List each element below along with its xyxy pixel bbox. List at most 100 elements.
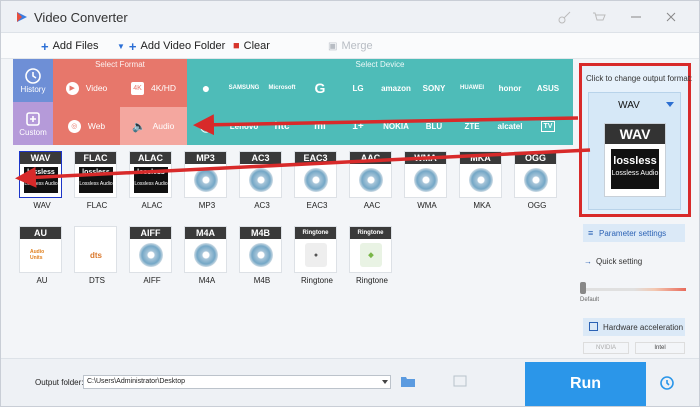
device-honor[interactable]: honor <box>491 69 529 107</box>
apple-icon[interactable]: ● <box>187 69 225 107</box>
format-icon-header: FLAC <box>75 152 116 164</box>
key-icon[interactable] <box>558 10 572 24</box>
device-samsung[interactable]: SAMSUNG <box>225 69 263 107</box>
alarm-clock-icon[interactable] <box>658 373 676 391</box>
disc-icon <box>194 168 218 192</box>
quality-slider[interactable] <box>582 288 686 291</box>
format-tile-m4a[interactable]: M4A M4A <box>180 226 230 290</box>
format-icon: OGG <box>514 151 557 198</box>
add-video-folder-button[interactable]: ▼ + Add Video Folder <box>117 37 225 55</box>
device-htc[interactable]: htc <box>263 107 301 145</box>
device-huawei[interactable]: HUAWEI <box>453 69 491 107</box>
output-folder-input[interactable]: C:\Users\Administrator\Desktop <box>83 375 391 389</box>
custom-icon <box>26 112 40 126</box>
cart-icon[interactable] <box>592 10 606 24</box>
tab-video[interactable]: ▶ Video <box>53 69 120 107</box>
close-icon[interactable] <box>664 10 678 24</box>
device-tv[interactable]: TV <box>529 107 567 145</box>
tab-4k-hd[interactable]: 4K 4K/HD <box>120 69 187 107</box>
disc-icon <box>249 168 273 192</box>
tab-video-label: Video <box>85 83 108 93</box>
tab-audio-label: Audio <box>152 121 175 131</box>
custom-tab[interactable]: Custom <box>13 102 53 145</box>
output-format-name: WAV <box>618 100 640 111</box>
disc-icon <box>139 243 163 267</box>
format-tile-eac3[interactable]: EAC3 EAC3 <box>290 151 340 215</box>
hardware-acceleration-toggle[interactable]: Hardware acceleration <box>583 318 685 336</box>
tab-audio[interactable]: 🔈 Audio <box>120 107 187 145</box>
motorola-icon[interactable]: Ⓜ <box>187 107 225 145</box>
run-button[interactable]: Run <box>525 362 646 406</box>
device-alcatel[interactable]: alcatel <box>491 107 529 145</box>
format-tile-alac[interactable]: ALAC lossless Lossless Audio ALAC <box>125 151 175 215</box>
format-tile-ringtone[interactable]: Ringtone ● Ringtone <box>290 226 340 290</box>
format-tile-ringtone[interactable]: Ringtone ◆ Ringtone <box>345 226 395 290</box>
device-blu[interactable]: BLU <box>415 107 453 145</box>
slider-handle[interactable] <box>580 282 586 294</box>
lossless-subtitle: Lossless Audio <box>134 181 168 187</box>
device-google[interactable]: G <box>301 69 339 107</box>
format-tile-dts[interactable]: dts DTS <box>70 226 120 290</box>
folder-icon[interactable] <box>400 374 416 388</box>
lossless-badge: lossless Lossless Audio <box>79 167 113 193</box>
format-badge-icon: dts <box>90 250 102 260</box>
folder-plus-icon: + <box>128 38 137 54</box>
disc-icon <box>194 243 218 267</box>
custom-label: Custom <box>19 128 47 137</box>
lossless-badge: lossless Lossless Audio <box>611 149 659 189</box>
device-sony[interactable]: SONY <box>415 69 453 107</box>
format-tile-flac[interactable]: FLAC lossless Lossless Audio FLAC <box>70 151 120 215</box>
device-lenovo[interactable]: Lenovo <box>225 107 263 145</box>
chevron-down-icon[interactable] <box>382 380 388 384</box>
format-icon: WMA <box>404 151 447 198</box>
format-tile-aac[interactable]: AAC AAC <box>345 151 395 215</box>
device-lg[interactable]: LG <box>339 69 377 107</box>
format-label: Ringtone <box>300 276 334 285</box>
format-icon-header: EAC3 <box>295 152 336 164</box>
device-zte[interactable]: ZTE <box>453 107 491 145</box>
output-format-card: Click to change output format: WAV WAV l… <box>579 63 692 217</box>
format-label: ALAC <box>141 201 163 210</box>
format-tile-wma[interactable]: WMA WMA <box>400 151 450 215</box>
format-grid: WAV lossless Lossless Audio WAV FLAC lossless… <box>13 151 573 351</box>
intel-badge: Intel <box>635 342 685 354</box>
format-label: AC3 <box>254 201 270 210</box>
format-tile-wav[interactable]: WAV lossless Lossless Audio WAV <box>15 151 65 215</box>
format-tile-ac3[interactable]: AC3 AC3 <box>235 151 285 215</box>
format-label: M4A <box>198 276 216 285</box>
merge-button[interactable]: ▣ Merge <box>328 37 373 55</box>
disc-icon <box>524 168 548 192</box>
format-tile-ogg[interactable]: OGG OGG <box>510 151 560 215</box>
parameter-settings-button[interactable]: ≡ Parameter settings <box>583 224 685 242</box>
device-amazon[interactable]: amazon <box>377 69 415 107</box>
add-video-folder-label: Add Video Folder <box>140 40 226 52</box>
format-tile-au[interactable]: AU Audio Units AU <box>15 226 65 290</box>
device-xiaomi[interactable]: mi <box>301 107 339 145</box>
quick-setting: → Quick setting <box>584 257 642 266</box>
format-icon: M4A <box>184 226 227 273</box>
tab-web[interactable]: ◎ Web <box>53 107 120 145</box>
device-asus[interactable]: ASUS <box>529 69 567 107</box>
device-nokia[interactable]: NOKIA <box>377 107 415 145</box>
format-icon-header: AC3 <box>240 152 281 164</box>
clear-button[interactable]: ■ Clear <box>233 37 270 55</box>
format-tile-mka[interactable]: MKA MKA <box>455 151 505 215</box>
format-label: MP3 <box>198 201 216 210</box>
add-files-button[interactable]: + Add Files <box>41 37 98 55</box>
output-format-selector[interactable]: WAV WAV lossless Lossless Audio <box>588 92 681 210</box>
format-icon-header: AIFF <box>130 227 171 239</box>
format-icon: M4B <box>239 226 282 273</box>
format-label: AIFF <box>143 276 161 285</box>
history-tab[interactable]: History <box>13 59 53 102</box>
device-microsoft[interactable]: Microsoft <box>263 69 301 107</box>
open-folder-icon[interactable] <box>453 374 467 388</box>
device-oneplus[interactable]: 1+ <box>339 107 377 145</box>
output-panel: Click to change output format: WAV WAV l… <box>579 63 692 358</box>
format-tile-mp3[interactable]: MP3 MP3 <box>180 151 230 215</box>
disc-icon <box>359 168 383 192</box>
format-tile-m4b[interactable]: M4B M4B <box>235 226 285 290</box>
app-window: Video Converter + Add Files ▼ + Add Vide… <box>0 0 700 407</box>
minimize-icon[interactable] <box>629 10 643 24</box>
format-tile-aiff[interactable]: AIFF AIFF <box>125 226 175 290</box>
format-icon-header: ALAC <box>130 152 171 164</box>
